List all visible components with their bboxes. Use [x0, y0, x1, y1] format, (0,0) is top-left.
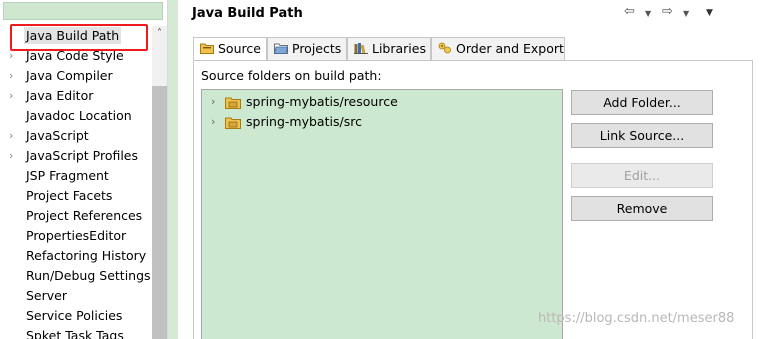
nav-item-refactoring-history[interactable]: Refactoring History — [0, 246, 152, 266]
package-folder-icon — [225, 97, 241, 109]
nav-filter-field[interactable] — [3, 2, 163, 20]
nav-item-label: Javadoc Location — [26, 108, 132, 123]
add-folder-button[interactable]: Add Folder... — [571, 90, 713, 115]
tab-libraries[interactable]: Libraries — [347, 37, 431, 60]
view-menu-icon[interactable]: ▼ — [706, 8, 713, 18]
nav-item-project-facets[interactable]: Project Facets — [0, 186, 152, 206]
edit-button[interactable]: Edit... — [571, 163, 713, 188]
nav-item-label: Refactoring History — [26, 248, 147, 263]
panel-divider[interactable] — [168, 0, 178, 339]
tab-projects[interactable]: Projects — [267, 37, 347, 60]
tab-label: Projects — [292, 41, 342, 56]
nav-item-properties-editor[interactable]: PropertiesEditor — [0, 226, 152, 246]
nav-item-label: Service Policies — [26, 308, 123, 323]
expand-chevron-icon[interactable]: › — [211, 92, 215, 112]
nav-item-java-compiler[interactable]: › Java Compiler — [0, 66, 152, 86]
projects-folder-icon — [274, 43, 288, 54]
remove-button[interactable]: Remove — [571, 196, 713, 221]
tab-label: Source — [218, 41, 261, 56]
tab-order-and-export[interactable]: Order and Export — [431, 37, 565, 60]
nav-item-javascript-profiles[interactable]: › JavaScript Profiles — [0, 146, 152, 166]
forward-arrow-icon[interactable]: ⇨ — [662, 4, 673, 19]
expand-chevron-icon[interactable]: › — [211, 112, 215, 132]
nav-item-jsp-fragment[interactable]: JSP Fragment — [0, 166, 152, 186]
package-folder-icon — [225, 117, 241, 129]
watermark-text: https://blog.csdn.net/meser88 — [538, 311, 735, 326]
nav-item-javascript[interactable]: › JavaScript — [0, 126, 152, 146]
tree-item-label: spring-mybatis/src — [246, 114, 362, 129]
nav-item-run-debug-settings[interactable]: Run/Debug Settings — [0, 266, 152, 286]
nav-item-label: Java Compiler — [26, 68, 113, 83]
source-folder-icon — [200, 43, 214, 54]
properties-nav-panel: Java Build Path › Java Code Style › Java… — [0, 0, 168, 339]
libraries-icon — [354, 43, 368, 54]
nav-item-label: Project Facets — [26, 188, 113, 203]
nav-item-label: JSP Fragment — [26, 168, 109, 183]
source-folders-label: Source folders on build path: — [201, 68, 382, 83]
back-arrow-icon[interactable]: ⇦ — [624, 4, 635, 19]
nav-item-label: PropertiesEditor — [26, 228, 127, 243]
tab-source[interactable]: Source — [193, 37, 267, 61]
order-export-icon — [438, 42, 451, 54]
nav-item-label: Java Editor — [26, 88, 94, 103]
nav-item-label: Server — [26, 288, 67, 303]
nav-item-project-references[interactable]: Project References — [0, 206, 152, 226]
nav-scrollbar-thumb[interactable] — [152, 86, 167, 339]
nav-item-label: Run/Debug Settings — [26, 268, 151, 283]
nav-item-label: Project References — [26, 208, 143, 223]
link-source-button[interactable]: Link Source... — [571, 123, 713, 148]
back-dropdown-icon[interactable]: ▼ — [645, 9, 651, 18]
forward-dropdown-icon[interactable]: ▼ — [683, 9, 689, 18]
expand-chevron-icon[interactable]: › — [9, 126, 19, 146]
nav-item-label: Spket Task Tags — [26, 328, 124, 339]
nav-item-server[interactable]: Server — [0, 286, 152, 306]
nav-item-service-policies[interactable]: Service Policies — [0, 306, 152, 326]
nav-item-label: JavaScript Profiles — [26, 148, 139, 163]
nav-tree: Java Build Path › Java Code Style › Java… — [0, 26, 152, 339]
java-build-path-pane: Java Build Path ⇦ ▼ ⇨ ▼ ▼ Source Project… — [178, 0, 760, 339]
source-folders-tree[interactable]: › spring-mybatis/resource › spring-mybat… — [201, 89, 563, 339]
tree-item-label: spring-mybatis/resource — [246, 94, 398, 109]
nav-item-spket-task-tags[interactable]: Spket Task Tags — [0, 326, 152, 339]
nav-item-java-editor[interactable]: › Java Editor — [0, 86, 152, 106]
expand-chevron-icon[interactable]: › — [9, 146, 19, 166]
nav-item-label: JavaScript — [26, 128, 89, 143]
expand-chevron-icon[interactable]: › — [9, 66, 19, 86]
selection-highlight-box — [10, 24, 148, 51]
nav-item-javadoc-location[interactable]: Javadoc Location — [0, 106, 152, 126]
expand-chevron-icon[interactable]: › — [9, 86, 19, 106]
page-title: Java Build Path — [192, 6, 303, 21]
tab-label: Order and Export — [456, 41, 564, 56]
tab-label: Libraries — [372, 41, 426, 56]
scroll-up-arrow-icon[interactable]: ˄ — [152, 26, 167, 42]
source-tab-content: Source folders on build path: › spring-m… — [193, 60, 753, 339]
